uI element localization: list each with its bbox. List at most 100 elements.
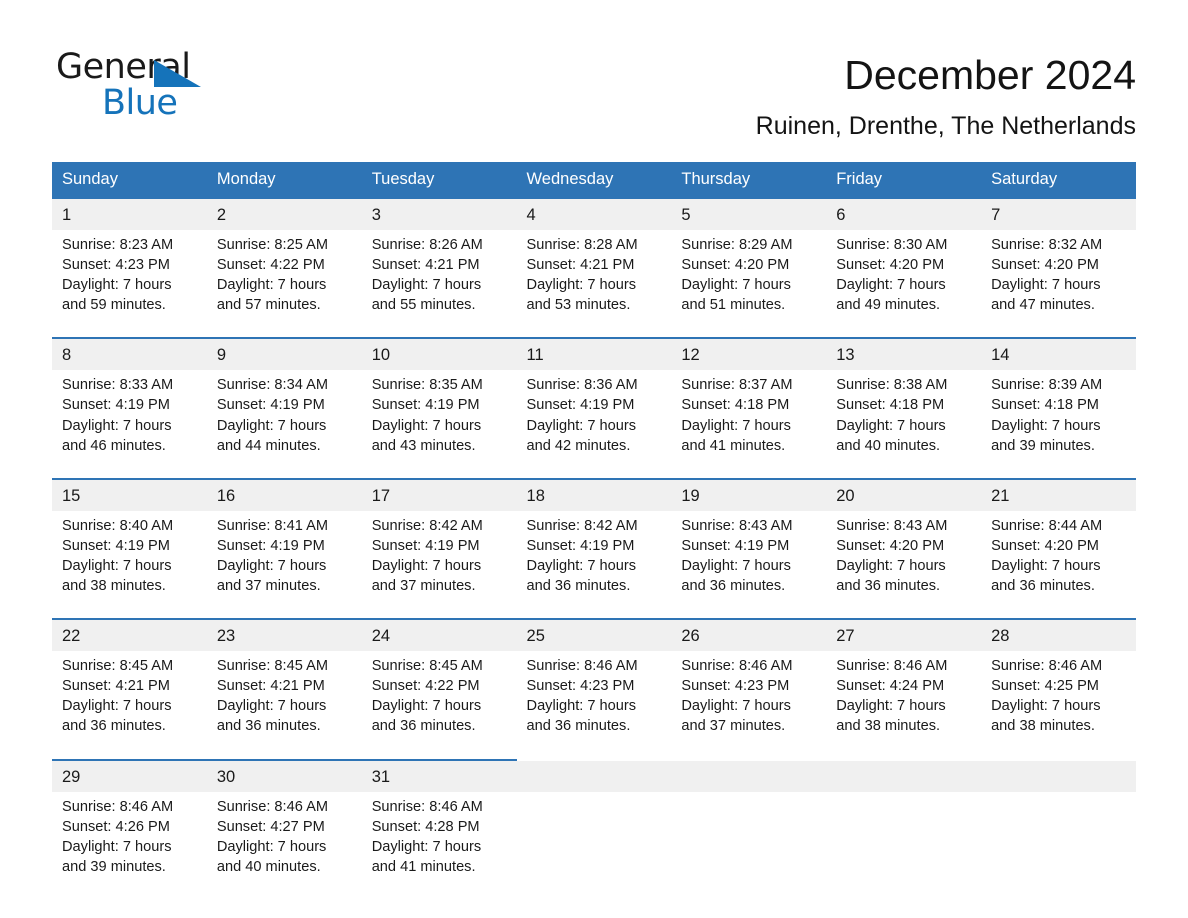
sunrise-text: Sunrise: 8:25 AM [216,237,328,253]
day-cell-number[interactable]: 8 [52,337,207,371]
daylight-text-line1: Daylight: 7 hours [991,277,1101,294]
daylight-text-line1: Daylight: 7 hours [991,417,1101,434]
day-cell-number[interactable]: 22 [52,618,207,652]
day-cell-details: Sunrise: 8:46 AM Sunset: 4:27 PM Dayligh… [206,791,362,879]
day-cell-number[interactable]: 11 [516,337,672,371]
page-title: December 2024 [844,52,1136,98]
sunset-text: Sunset: 4:19 PM [216,537,325,554]
sunset-text: Sunset: 4:19 PM [526,537,635,554]
daylight-text-line1: Daylight: 7 hours [836,417,946,434]
day-cell-number[interactable]: 15 [52,477,207,511]
day-cell-number[interactable]: 13 [826,337,982,371]
day-cell-number[interactable]: 1 [52,197,207,230]
sunrise-text: Sunrise: 8:41 AM [216,517,328,534]
weekday-header-monday: Monday [206,162,362,198]
day-cell-number[interactable]: 24 [361,618,517,652]
day-cell-number[interactable]: 20 [826,477,982,511]
day-cell-number[interactable]: 5 [671,197,827,230]
daylight-text-line2: and 57 minutes. [216,297,321,314]
sunset-text: Sunset: 4:21 PM [371,257,480,274]
week-separator [52,598,1136,620]
sunrise-text: Sunrise: 8:33 AM [62,377,174,394]
daylight-text-line1: Daylight: 7 hours [526,698,637,715]
sunset-text: Sunset: 4:20 PM [991,537,1099,554]
sunrise-text: Sunrise: 8:46 AM [681,658,793,675]
sunrise-text: Sunrise: 8:38 AM [836,377,948,394]
day-cell-number[interactable]: 17 [361,477,517,511]
daylight-text-line1: Daylight: 7 hours [836,698,946,715]
week-separator [52,738,1136,760]
day-cell-number[interactable]: 27 [826,618,982,652]
day-cell-details: Sunrise: 8:26 AM Sunset: 4:21 PM Dayligh… [361,230,517,318]
day-cell-number[interactable]: 29 [52,758,207,792]
sunrise-text: Sunrise: 8:40 AM [62,517,174,534]
week-5-daynumbers: 29 30 31 [52,758,1136,792]
daylight-text-line2: and 36 minutes. [216,718,321,735]
daylight-text-line1: Daylight: 7 hours [216,277,327,294]
daylight-text-line1: Daylight: 7 hours [991,557,1101,574]
calendar-header-row: Sunday Monday Tuesday Wednesday Thursday… [52,162,1136,198]
sunrise-text: Sunrise: 8:45 AM [62,658,174,675]
sunrise-text: Sunrise: 8:46 AM [62,798,174,815]
day-cell-number[interactable]: 3 [361,197,517,230]
day-cell-details: Sunrise: 8:23 AM Sunset: 4:23 PM Dayligh… [52,230,207,318]
day-cell-number[interactable]: 9 [206,337,362,371]
day-cell-details: Sunrise: 8:46 AM Sunset: 4:23 PM Dayligh… [671,651,827,739]
day-cell-number[interactable]: 7 [981,197,1136,230]
weekday-header-thursday: Thursday [671,162,827,198]
day-cell-number[interactable]: 6 [826,197,982,230]
day-cell-details: Sunrise: 8:46 AM Sunset: 4:28 PM Dayligh… [361,791,517,879]
sunrise-text: Sunrise: 8:23 AM [62,237,174,253]
week-1-daynumbers: 1 2 3 4 5 6 7 [52,197,1136,230]
sunset-text: Sunset: 4:28 PM [371,818,480,835]
daylight-text-line2: and 39 minutes. [991,437,1095,454]
week-3-daynumbers: 15 16 17 18 19 20 21 [52,477,1136,511]
day-cell-number[interactable]: 31 [361,758,517,792]
day-cell-details: Sunrise: 8:35 AM Sunset: 4:19 PM Dayligh… [361,370,517,458]
daylight-text-line1: Daylight: 7 hours [216,417,327,434]
daylight-text-line1: Daylight: 7 hours [681,417,791,434]
daylight-text-line2: and 42 minutes. [526,437,631,454]
daylight-text-line2: and 37 minutes. [371,578,476,595]
day-cell-number[interactable]: 18 [516,477,672,511]
day-cell-empty [826,791,982,879]
day-cell-number[interactable]: 19 [671,477,827,511]
day-cell-number[interactable]: 12 [671,337,827,371]
sunset-text: Sunset: 4:20 PM [991,257,1099,274]
general-blue-logo[interactable]: General Blue [56,46,246,126]
day-cell-number[interactable]: 14 [981,337,1136,371]
week-4-daynumbers: 22 23 24 25 26 27 28 [52,618,1136,652]
sunrise-text: Sunrise: 8:26 AM [371,237,483,253]
daylight-text-line1: Daylight: 7 hours [216,698,327,715]
day-cell-number[interactable]: 4 [516,197,672,230]
daylight-text-line1: Daylight: 7 hours [371,557,482,574]
daylight-text-line2: and 46 minutes. [62,437,166,454]
day-cell-number[interactable]: 25 [516,618,672,652]
daylight-text-line2: and 55 minutes. [371,297,476,314]
day-cell-details: Sunrise: 8:36 AM Sunset: 4:19 PM Dayligh… [516,370,672,458]
day-cell-number[interactable]: 10 [361,337,517,371]
day-cell-details: Sunrise: 8:32 AM Sunset: 4:20 PM Dayligh… [981,230,1136,318]
day-cell-details: Sunrise: 8:42 AM Sunset: 4:19 PM Dayligh… [516,510,672,599]
day-cell-details: Sunrise: 8:40 AM Sunset: 4:19 PM Dayligh… [52,510,207,599]
day-cell-number[interactable]: 28 [981,618,1136,652]
daylight-text-line1: Daylight: 7 hours [62,838,172,855]
day-cell-number[interactable]: 23 [206,618,362,652]
day-cell-number[interactable]: 26 [671,618,827,652]
daylight-text-line1: Daylight: 7 hours [62,417,172,434]
week-separator-cell [52,317,1136,339]
sunset-text: Sunset: 4:19 PM [371,397,480,414]
day-cell-number[interactable]: 2 [206,197,362,230]
day-cell-number[interactable]: 16 [206,477,362,511]
sunrise-text: Sunrise: 8:36 AM [526,377,638,394]
day-cell-details: Sunrise: 8:43 AM Sunset: 4:20 PM Dayligh… [826,510,982,599]
daylight-text-line2: and 51 minutes. [681,297,786,314]
day-cell-number[interactable]: 30 [206,758,362,792]
day-cell-number[interactable]: 21 [981,477,1136,511]
sunset-text: Sunset: 4:18 PM [991,397,1099,414]
week-2-daynumbers: 8 9 10 11 12 13 14 [52,337,1136,371]
daylight-text-line2: and 36 minutes. [526,578,631,595]
daylight-text-line2: and 44 minutes. [216,437,321,454]
sunrise-text: Sunrise: 8:43 AM [836,517,948,534]
sunset-text: Sunset: 4:22 PM [216,257,325,274]
